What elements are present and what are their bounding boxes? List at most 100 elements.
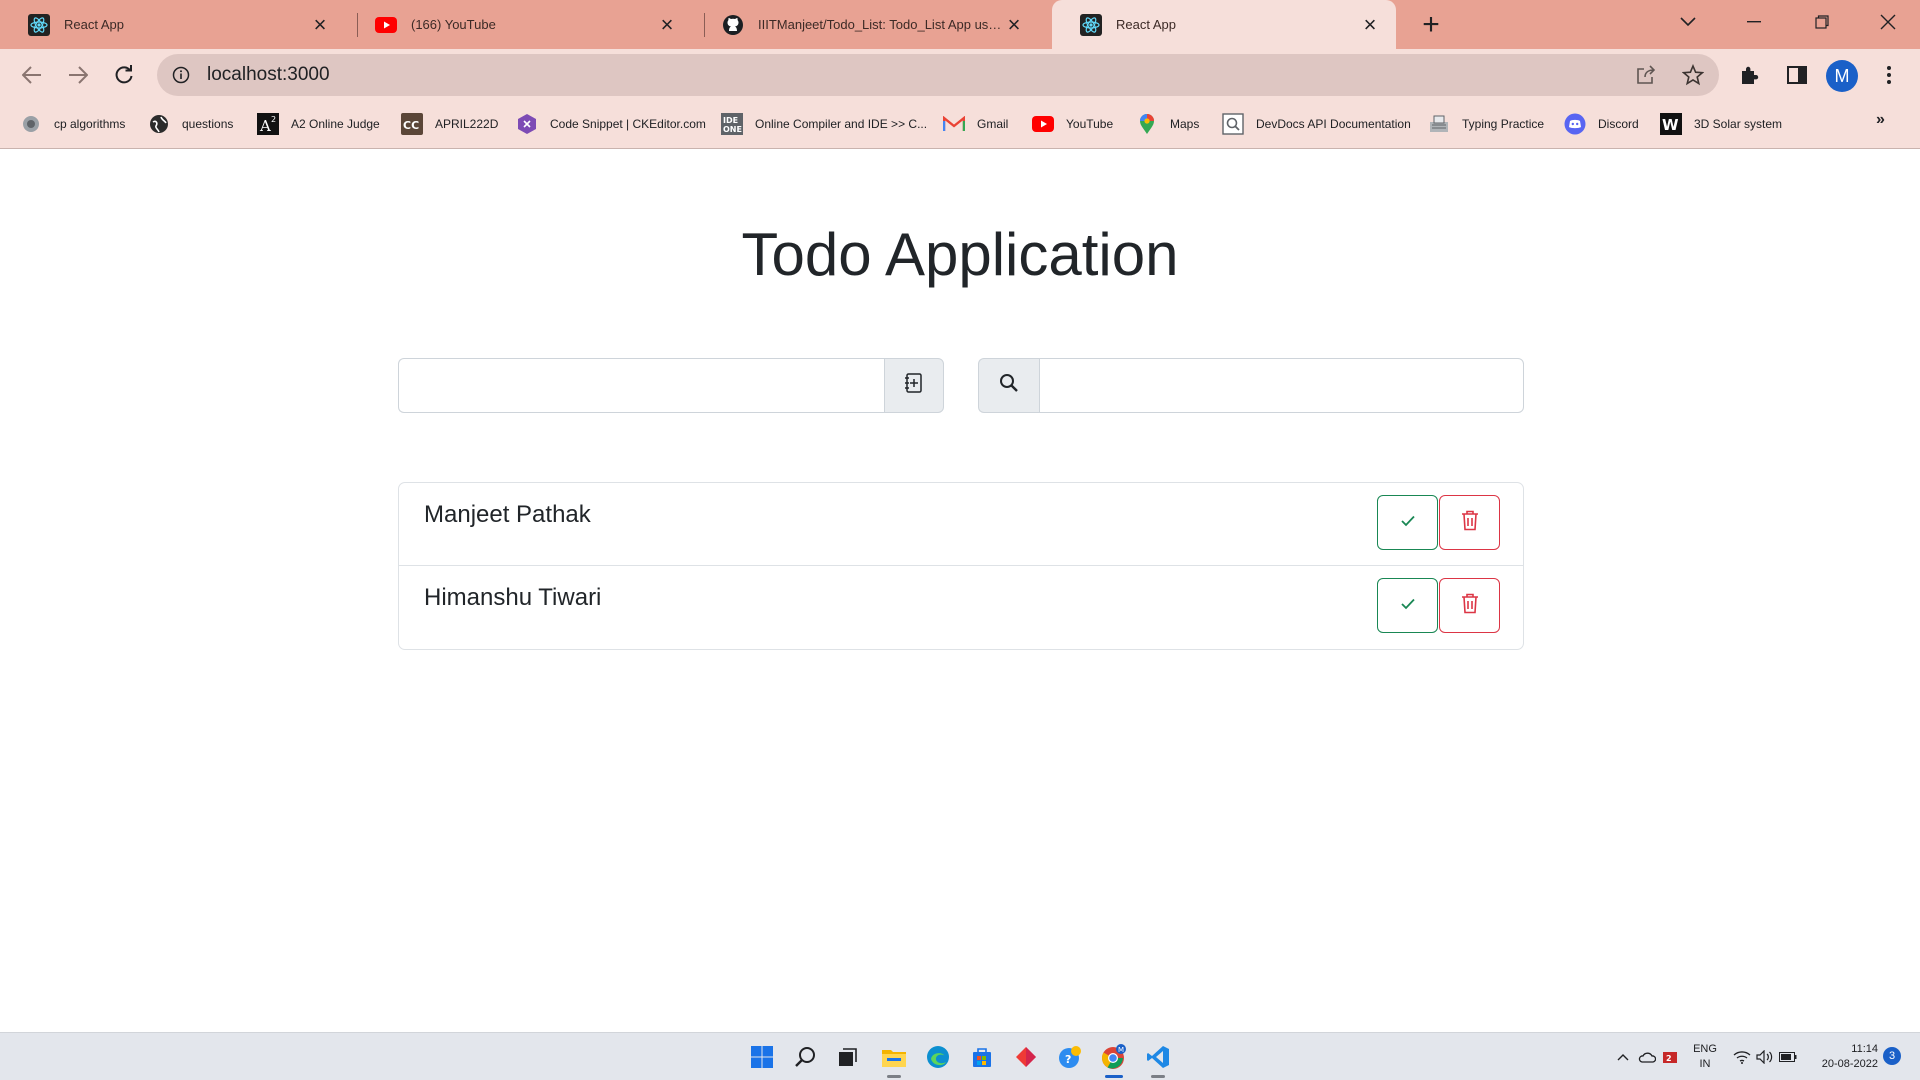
close-tab-icon[interactable]: ×: [308, 12, 332, 37]
file-explorer-icon[interactable]: [878, 1041, 910, 1078]
tab-react-app-active[interactable]: React App ×: [1052, 0, 1396, 49]
site-info-icon[interactable]: [169, 63, 193, 87]
bookmark-3d-solar-system[interactable]: W 3D Solar system: [1660, 111, 1782, 137]
close-tab-icon[interactable]: ×: [1358, 12, 1382, 37]
bookmark-gmail[interactable]: Gmail: [943, 111, 1008, 137]
complete-todo-button[interactable]: [1377, 578, 1438, 633]
react-icon: [28, 13, 50, 36]
tray-app-icon[interactable]: 2: [1660, 1047, 1680, 1067]
todo-text: Manjeet Pathak: [424, 501, 591, 528]
forward-icon[interactable]: [61, 58, 95, 92]
menu-kebab-icon[interactable]: [1872, 58, 1906, 92]
address-bar[interactable]: localhost:3000: [157, 54, 1719, 96]
task-view-icon[interactable]: [832, 1041, 864, 1073]
close-tab-icon[interactable]: ×: [655, 12, 679, 37]
search-todo-input[interactable]: [1039, 358, 1524, 413]
bookmark-label: Maps: [1170, 117, 1200, 131]
tab-strip: React App × (166) YouTube × IIITManjeet/…: [0, 0, 1920, 49]
extensions-icon[interactable]: [1733, 58, 1767, 92]
chrome-icon[interactable]: M: [1098, 1041, 1130, 1078]
bookmark-discord[interactable]: Discord: [1564, 111, 1639, 137]
back-icon[interactable]: [15, 58, 49, 92]
delete-todo-button[interactable]: [1439, 578, 1500, 633]
bookmark-maps[interactable]: Maps: [1136, 111, 1199, 137]
bookmark-label: cp algorithms: [54, 117, 126, 131]
close-window-icon[interactable]: [1860, 0, 1916, 44]
complete-todo-button[interactable]: [1377, 495, 1438, 550]
tab-title: React App: [64, 17, 124, 32]
bookmark-a2-online-judge[interactable]: A2 A2 Online Judge: [257, 111, 380, 137]
svg-text:ONE: ONE: [723, 125, 742, 134]
globe-icon: [148, 113, 170, 135]
page-title: Todo Application: [741, 221, 1179, 288]
bookmark-ckeditor[interactable]: Code Snippet | CKEditor.com: [516, 111, 706, 137]
volume-icon[interactable]: [1755, 1047, 1775, 1067]
clock[interactable]: 11:14 20-08-2022: [1806, 1042, 1878, 1072]
minimize-icon[interactable]: [1726, 0, 1782, 44]
active-indicator: [1105, 1075, 1123, 1078]
notification-badge[interactable]: 3: [1883, 1047, 1901, 1065]
svg-text:IDE: IDE: [723, 116, 738, 125]
add-todo-input[interactable]: [398, 358, 884, 413]
svg-text:M: M: [1118, 1046, 1124, 1054]
github-icon: [722, 14, 744, 36]
profile-avatar[interactable]: M: [1826, 60, 1858, 92]
taskbar-search-icon[interactable]: [790, 1041, 822, 1073]
new-tab-button[interactable]: +: [1416, 8, 1446, 41]
tab-youtube[interactable]: (166) YouTube ×: [347, 0, 693, 49]
check-icon: [1400, 514, 1415, 532]
running-indicator: [1151, 1075, 1165, 1078]
bookmark-label: 3D Solar system: [1694, 117, 1783, 131]
edge-browser-icon[interactable]: [922, 1041, 954, 1073]
devdocs-icon: [1222, 113, 1244, 135]
restore-icon[interactable]: [1794, 0, 1850, 44]
bookmark-label: Gmail: [977, 117, 1009, 131]
tray-chevron-up-icon[interactable]: [1613, 1047, 1633, 1067]
more-bookmarks-icon[interactable]: »: [1876, 111, 1885, 129]
clock-time: 11:14: [1851, 1043, 1878, 1055]
trash-icon: [1460, 509, 1480, 536]
taskbar: ? M 2 ENG IN 11:14 20-08-2022 3: [0, 1032, 1920, 1080]
bookmark-label: Code Snippet | CKEditor.com: [550, 117, 706, 131]
reload-icon[interactable]: [107, 58, 141, 92]
discord-icon: [1564, 113, 1586, 135]
side-panel-icon[interactable]: [1780, 58, 1814, 92]
microsoft-store-icon[interactable]: [966, 1041, 998, 1073]
bookmark-label: APRIL222D: [435, 117, 499, 131]
ideone-icon: IDE ONE: [721, 113, 743, 135]
windows-start-icon[interactable]: [746, 1041, 778, 1073]
vscode-icon[interactable]: [1142, 1041, 1174, 1078]
language-indicator[interactable]: ENG IN: [1691, 1042, 1719, 1072]
search-todo-group: [978, 358, 1524, 413]
bookmark-april222d[interactable]: CC APRIL222D: [401, 111, 498, 137]
bookmark-online-compiler[interactable]: IDE ONE Online Compiler and IDE >> C...: [721, 111, 927, 137]
bookmark-devdocs[interactable]: DevDocs API Documentation: [1222, 111, 1411, 137]
bookmark-youtube[interactable]: YouTube: [1032, 111, 1113, 137]
tab-github[interactable]: IIITManjeet/Todo_List: Todo_List App usi…: [694, 0, 1040, 49]
delete-todo-button[interactable]: [1439, 495, 1500, 550]
git-diamond-icon[interactable]: [1010, 1041, 1042, 1073]
tab-search-icon[interactable]: [1660, 0, 1716, 44]
search-icon: [999, 373, 1019, 398]
svg-text:W: W: [1662, 116, 1679, 134]
close-tab-icon[interactable]: ×: [1002, 12, 1026, 37]
bookmark-questions[interactable]: questions: [148, 111, 233, 137]
wifi-icon[interactable]: [1732, 1047, 1752, 1067]
region-code: IN: [1699, 1058, 1711, 1070]
w-icon: W: [1660, 113, 1682, 135]
add-todo-button[interactable]: [884, 358, 944, 413]
bookmark-star-icon[interactable]: [1676, 58, 1710, 92]
codechef-icon: CC: [401, 113, 423, 135]
battery-icon[interactable]: [1778, 1047, 1798, 1067]
todo-item: Himanshu Tiwari: [399, 566, 1523, 649]
trash-icon: [1460, 592, 1480, 619]
chat-app-icon[interactable]: ?: [1054, 1041, 1086, 1073]
tab-react-app-1[interactable]: React App ×: [0, 0, 346, 49]
bookmark-cp-algorithms[interactable]: cp algorithms: [20, 111, 125, 137]
tab-title: (166) YouTube: [411, 17, 496, 32]
bookmark-label: A2 Online Judge: [291, 117, 380, 131]
bookmark-typing-practice[interactable]: Typing Practice: [1428, 111, 1544, 137]
onedrive-icon[interactable]: [1637, 1047, 1657, 1067]
a2-icon: A2: [257, 113, 279, 135]
share-icon[interactable]: [1629, 58, 1663, 92]
